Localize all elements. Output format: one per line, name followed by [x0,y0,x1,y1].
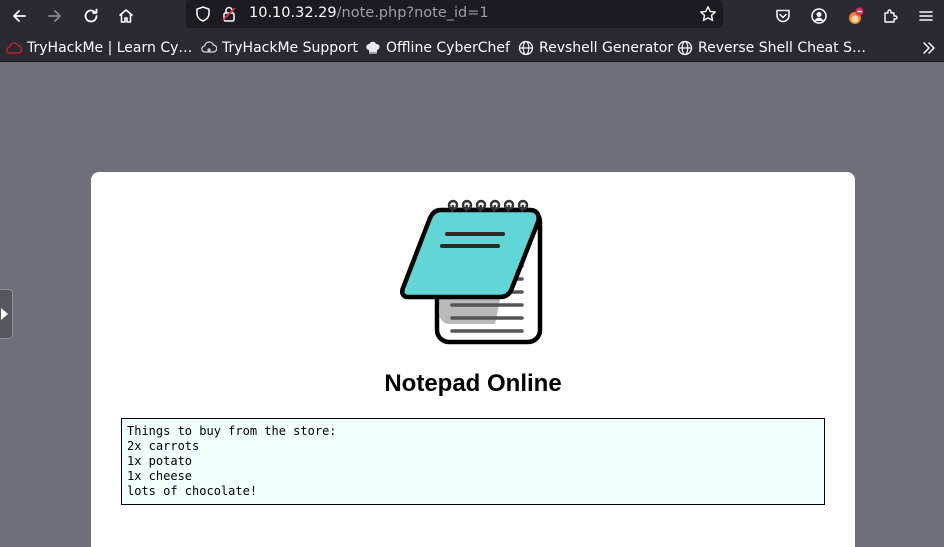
back-arrow-icon [13,10,26,22]
extensions-button[interactable] [877,2,905,30]
puzzle-piece-icon [884,9,898,23]
bookmark-label: Reverse Shell Cheat S… [698,40,866,56]
url-host: 10.10.32.29 [249,5,337,21]
address-bar[interactable]: 10.10.32.29/note.php?note_id=1 [186,0,723,28]
insecure-lock-icon[interactable] [220,5,238,23]
account-icon [811,8,827,24]
tryhackme-cloud-icon [6,42,22,54]
forward-arrow-icon [48,10,61,22]
hamburger-menu-icon [919,11,933,21]
bookmark-label: Revshell Generator [539,40,674,56]
bookmark-revshell-generator[interactable]: Revshell Generator [518,38,673,58]
globe-icon [518,40,534,56]
note-content: Things to buy from the store: 2x carrots… [121,418,825,505]
bookmark-reverse-shell-cheat-sheet[interactable]: Reverse Shell Cheat S… [677,38,866,58]
url-path: /note.php?note_id=1 [336,5,489,21]
account-button[interactable] [805,2,833,30]
bookmark-label: TryHackMe Support [222,40,358,56]
extension-fox-icon [849,7,864,24]
app-menu-button[interactable] [912,2,940,30]
globe-icon [677,40,693,56]
tracking-shield-icon[interactable] [194,5,212,23]
notepad-logo-icon [400,199,543,345]
sidebar-toggle-handle[interactable] [0,289,13,339]
support-cloud-icon [201,41,217,53]
page-title: Notepad Online [384,370,562,397]
forward-button[interactable] [41,2,69,30]
expand-arrow-icon [1,308,8,320]
double-chevron-right-icon [923,42,935,54]
bookmark-tryhackme-support[interactable]: TryHackMe Support [201,38,358,58]
pocket-icon [776,9,790,23]
home-button[interactable] [112,2,140,30]
bookmarks-overflow-button[interactable] [921,38,937,58]
browser-toolbar: 10.10.32.29/note.php?note_id=1 [0,0,944,32]
bookmarks-toolbar: TryHackMe | Learn Cy… TryHackMe Support … [0,32,944,62]
bookmark-tryhackme[interactable]: TryHackMe | Learn Cy… [6,38,192,58]
back-button[interactable] [5,2,33,30]
pocket-button[interactable] [769,2,797,30]
url-text[interactable]: 10.10.32.29/note.php?note_id=1 [249,5,489,21]
reload-button[interactable] [77,2,105,30]
bookmark-label: Offline CyberChef [386,40,510,56]
bookmark-offline-cyberchef[interactable]: Offline CyberChef [365,38,510,58]
extension-foxy-button[interactable] [841,2,869,30]
bookmark-label: TryHackMe | Learn Cy… [27,40,193,56]
chef-hat-icon [366,41,380,54]
home-icon [118,9,134,23]
reload-icon [84,8,98,23]
bookmark-star-icon[interactable] [699,5,717,23]
notepad-card: Notepad Online Things to buy from the st… [91,172,855,547]
